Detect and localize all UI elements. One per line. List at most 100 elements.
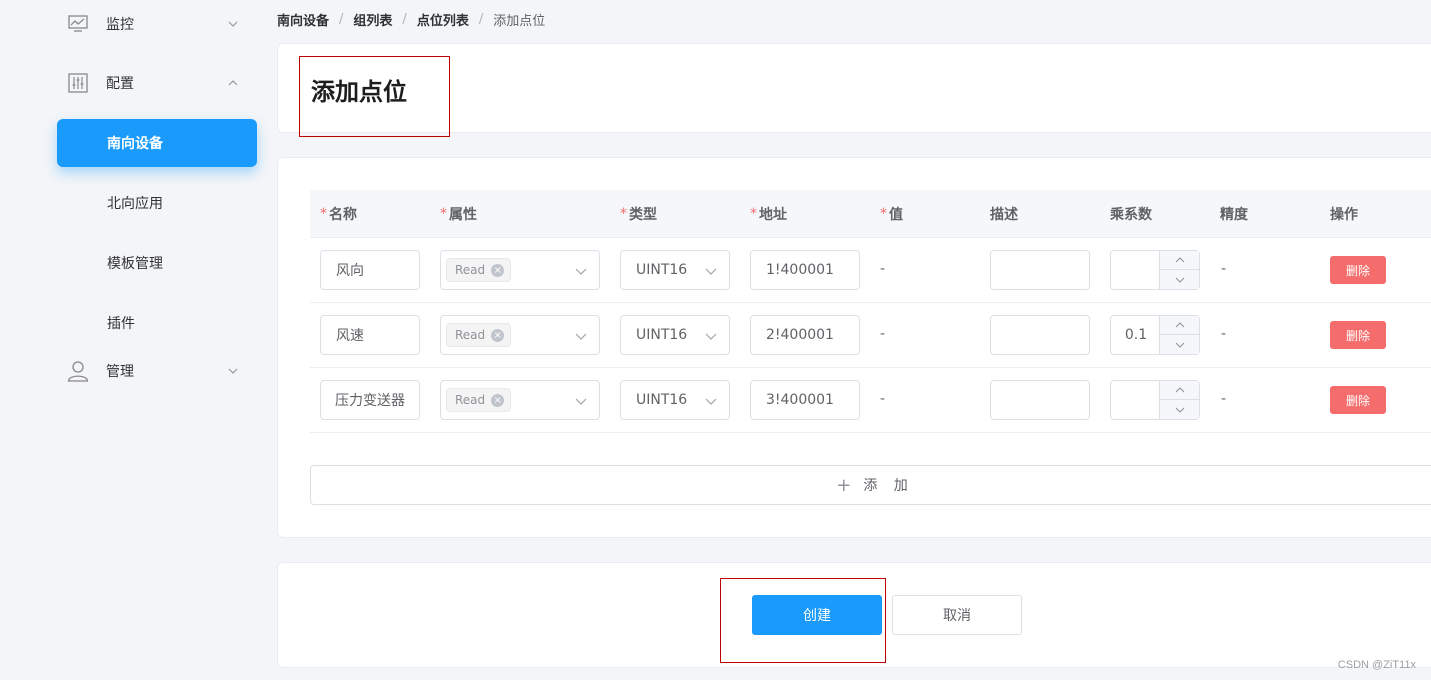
sidebar-item-label: 北向应用 <box>107 196 163 212</box>
description-input[interactable] <box>990 250 1090 290</box>
multiplier-value[interactable] <box>1111 381 1161 419</box>
chevron-down-icon <box>575 330 587 342</box>
increment-icon[interactable] <box>1160 251 1199 270</box>
stepper-controls <box>1159 251 1199 289</box>
sidebar-item-south-devices[interactable]: 南向设备 <box>57 119 257 167</box>
delete-button[interactable]: 删除 <box>1330 321 1386 349</box>
table-header: * 名称 * 属性 * 类型 * 地址 * 值 描述 乘系数 精度 操作 <box>310 190 1431 238</box>
address-input[interactable]: 3!400001 <box>750 380 860 420</box>
increment-icon[interactable] <box>1160 316 1199 335</box>
header-precision: 精度 <box>1220 207 1248 223</box>
header-multiplier: 乘系数 <box>1110 207 1152 223</box>
header-action: 操作 <box>1330 207 1358 223</box>
sidebar-item-north-apps[interactable]: 北向应用 <box>57 179 257 227</box>
breadcrumb-current: 添加点位 <box>493 13 546 29</box>
attribute-tag: Read × <box>446 323 512 347</box>
highlight-box-title <box>299 56 450 137</box>
attribute-select[interactable]: Read × <box>440 250 600 290</box>
multiplier-stepper[interactable] <box>1110 250 1200 290</box>
menu-monitor[interactable]: 监控 <box>57 0 257 48</box>
watermark: CSDN @ZiT11x <box>1337 659 1416 671</box>
breadcrumb-group-list[interactable]: 组列表 <box>353 10 392 29</box>
attribute-tag-label: Read <box>455 328 486 342</box>
chevron-down-icon <box>575 395 587 407</box>
precision-cell: - <box>1221 261 1227 277</box>
attribute-select[interactable]: Read × <box>440 380 600 420</box>
table-row: 压力变送器 Read × UINT16 3!400001 - - 删除 <box>310 368 1431 433</box>
header-value: * 值 <box>880 190 903 238</box>
attribute-select[interactable]: Read × <box>440 315 600 355</box>
chevron-down-icon <box>705 395 717 407</box>
type-select[interactable]: UINT16 <box>620 380 730 420</box>
name-input[interactable]: 风速 <box>320 315 420 355</box>
sidebar-item-label: 插件 <box>107 316 135 332</box>
value-cell: - <box>880 391 886 407</box>
breadcrumb-separator: / <box>339 11 344 27</box>
type-select[interactable]: UINT16 <box>620 315 730 355</box>
plus-icon: + <box>836 474 852 496</box>
header-name: * 名称 <box>320 190 357 238</box>
delete-button[interactable]: 删除 <box>1330 256 1386 284</box>
highlight-box-create <box>720 578 886 663</box>
config-sliders-icon <box>67 72 89 94</box>
header-attribute-label: 属性 <box>449 207 477 223</box>
add-point-label: 添 加 <box>863 478 914 494</box>
chevron-down-icon <box>705 265 717 277</box>
tag-close-icon[interactable]: × <box>491 328 505 342</box>
decrement-icon[interactable] <box>1160 270 1199 289</box>
table-row: 风向 Read × UINT16 1!400001 - - 删除 <box>310 238 1431 303</box>
delete-button[interactable]: 删除 <box>1330 386 1386 414</box>
user-icon <box>67 360 89 382</box>
breadcrumb-south-devices[interactable]: 南向设备 <box>277 10 329 29</box>
name-input[interactable]: 压力变送器 <box>320 380 420 420</box>
tag-close-icon[interactable]: × <box>491 263 505 277</box>
value-cell: - <box>880 261 886 277</box>
monitor-chart-icon <box>67 13 89 35</box>
stepper-controls <box>1159 381 1199 419</box>
cancel-button[interactable]: 取消 <box>892 595 1022 635</box>
attribute-tag-label: Read <box>455 393 486 407</box>
type-select-value: UINT16 <box>636 262 688 278</box>
title-card <box>277 43 1431 133</box>
decrement-icon[interactable] <box>1160 400 1199 419</box>
breadcrumb-separator: / <box>478 11 484 27</box>
sidebar-item-label: 南向设备 <box>107 136 163 152</box>
header-name-label: 名称 <box>329 207 357 223</box>
address-input[interactable]: 2!400001 <box>750 315 860 355</box>
header-type: * 类型 <box>620 190 657 238</box>
increment-icon[interactable] <box>1160 381 1199 400</box>
breadcrumb-separator: / <box>402 11 407 27</box>
sidebar-item-plugins[interactable]: 插件 <box>57 299 257 347</box>
header-type-label: 类型 <box>629 207 657 223</box>
chevron-down-icon <box>227 18 239 30</box>
decrement-icon[interactable] <box>1160 335 1199 354</box>
required-mark: * <box>620 206 627 222</box>
sidebar-item-label: 模板管理 <box>107 256 163 272</box>
chevron-down-icon <box>705 330 717 342</box>
sidebar-item-templates[interactable]: 模板管理 <box>57 239 257 287</box>
breadcrumb-point-list[interactable]: 点位列表 <box>417 10 469 29</box>
chevron-up-icon <box>227 77 239 89</box>
tag-close-icon[interactable]: × <box>491 393 505 407</box>
menu-manage[interactable]: 管理 <box>57 347 257 395</box>
menu-config[interactable]: 配置 <box>57 59 257 107</box>
value-cell: - <box>880 326 886 342</box>
header-address: * 地址 <box>750 190 787 238</box>
stepper-controls <box>1159 316 1199 354</box>
menu-monitor-label: 监控 <box>106 17 134 33</box>
name-input[interactable]: 风向 <box>320 250 420 290</box>
sidebar: 监控 配置 南向设备 北向应用 模板管理 插件 管理 <box>0 0 270 680</box>
multiplier-value[interactable] <box>1111 251 1161 289</box>
add-point-button[interactable]: + 添 加 <box>310 465 1431 505</box>
multiplier-stepper[interactable]: 0.1 <box>1110 315 1200 355</box>
chevron-down-icon <box>227 365 239 377</box>
description-input[interactable] <box>990 315 1090 355</box>
type-select[interactable]: UINT16 <box>620 250 730 290</box>
required-mark: * <box>440 206 447 222</box>
multiplier-value[interactable]: 0.1 <box>1111 316 1161 354</box>
multiplier-stepper[interactable] <box>1110 380 1200 420</box>
description-input[interactable] <box>990 380 1090 420</box>
type-select-value: UINT16 <box>636 392 688 408</box>
table-row: 风速 Read × UINT16 2!400001 - 0.1 - 删除 <box>310 303 1431 368</box>
address-input[interactable]: 1!400001 <box>750 250 860 290</box>
